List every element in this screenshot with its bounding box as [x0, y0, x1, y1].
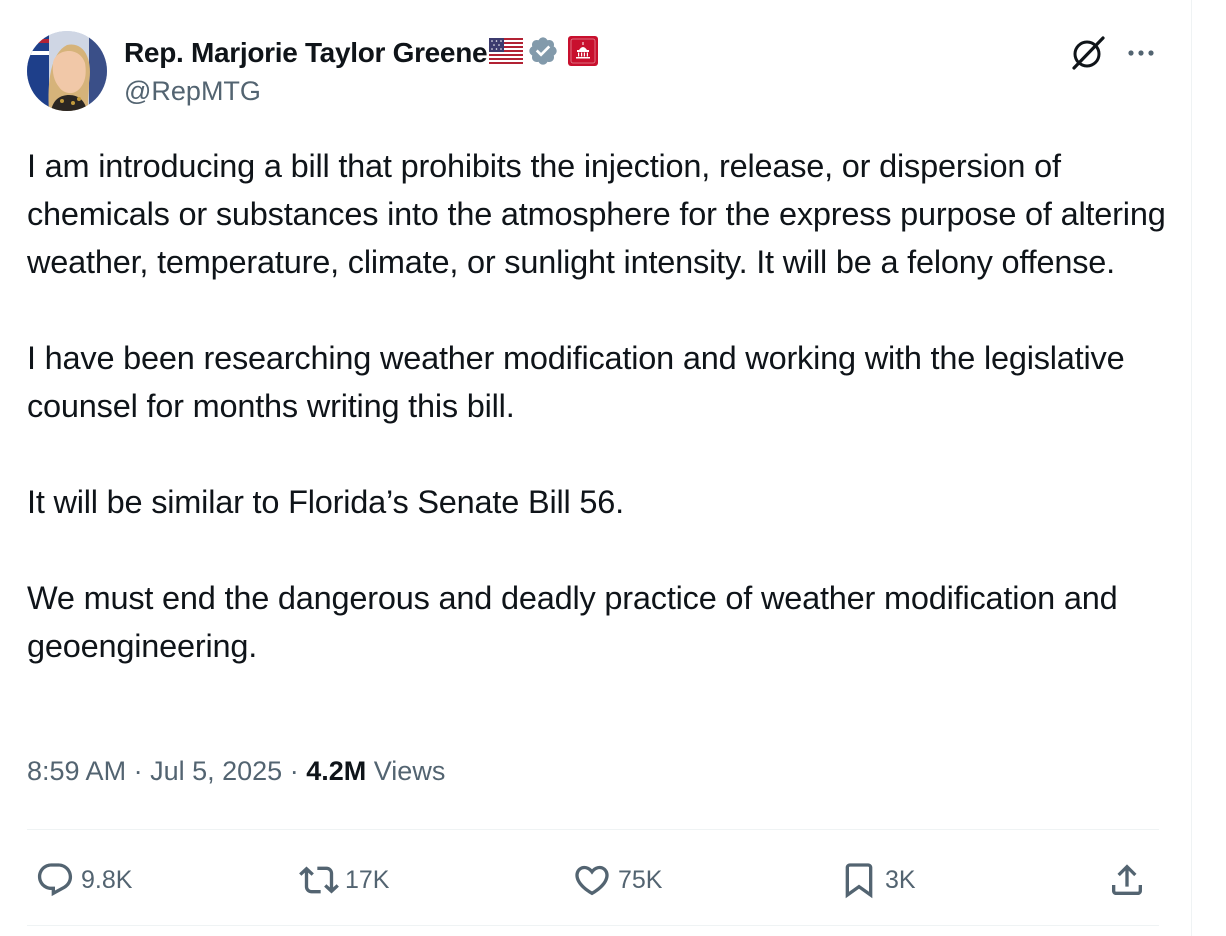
share-icon: [1112, 864, 1142, 895]
tweet-meta: 8:59 AM · Jul 5, 2025 · 4.2M Views: [27, 756, 445, 787]
tweet-time[interactable]: 8:59 AM: [27, 756, 126, 786]
divider: [27, 829, 1159, 830]
like-button[interactable]: 75K: [572, 852, 662, 908]
avatar[interactable]: [27, 31, 107, 111]
tweet-date[interactable]: Jul 5, 2025: [150, 756, 282, 786]
tweet-paragraph: We must end the dangerous and deadly pra…: [27, 580, 1118, 664]
heart-icon: [575, 865, 609, 896]
tweet-text: I am introducing a bill that prohibits t…: [27, 142, 1167, 670]
bookmark-count: 3K: [885, 865, 916, 894]
verified-badge-icon[interactable]: [527, 35, 559, 72]
repost-button[interactable]: 17K: [299, 852, 389, 908]
bookmark-icon: [845, 863, 873, 899]
repost-icon: [299, 866, 339, 894]
tweet-header: Rep. Marjorie Taylor Greene @RepMTG: [27, 31, 1162, 113]
views-label[interactable]: Views: [374, 756, 446, 786]
meta-separator: ·: [289, 756, 299, 786]
capitol-badge-icon[interactable]: [568, 35, 599, 71]
reply-button[interactable]: 9.8K: [35, 852, 132, 908]
divider: [27, 925, 1159, 926]
grok-icon[interactable]: [1068, 33, 1108, 73]
us-flag-icon: [489, 37, 524, 69]
avatar-image: [27, 31, 107, 111]
tweet-paragraph: I have been researching weather modifica…: [27, 340, 1125, 424]
action-bar: 9.8K 17K 75K 3K: [27, 852, 1159, 908]
tweet-paragraph: I am introducing a bill that prohibits t…: [27, 148, 1166, 280]
more-options-icon[interactable]: [1122, 35, 1162, 71]
repost-count: 17K: [345, 865, 390, 894]
meta-separator: ·: [133, 756, 143, 786]
like-count: 75K: [618, 865, 663, 894]
tweet-paragraph: It will be similar to Florida’s Senate B…: [27, 484, 624, 520]
timeline-border: [1191, 0, 1192, 936]
bookmark-button[interactable]: 3K: [839, 852, 916, 908]
views-count[interactable]: 4.2M: [306, 756, 366, 786]
name-row: Rep. Marjorie Taylor Greene: [124, 35, 599, 72]
reply-count: 9.8K: [81, 865, 133, 894]
reply-icon: [37, 863, 73, 897]
display-name[interactable]: Rep. Marjorie Taylor Greene: [124, 37, 488, 69]
share-button[interactable]: [1107, 852, 1147, 908]
user-handle[interactable]: @RepMTG: [124, 76, 261, 107]
